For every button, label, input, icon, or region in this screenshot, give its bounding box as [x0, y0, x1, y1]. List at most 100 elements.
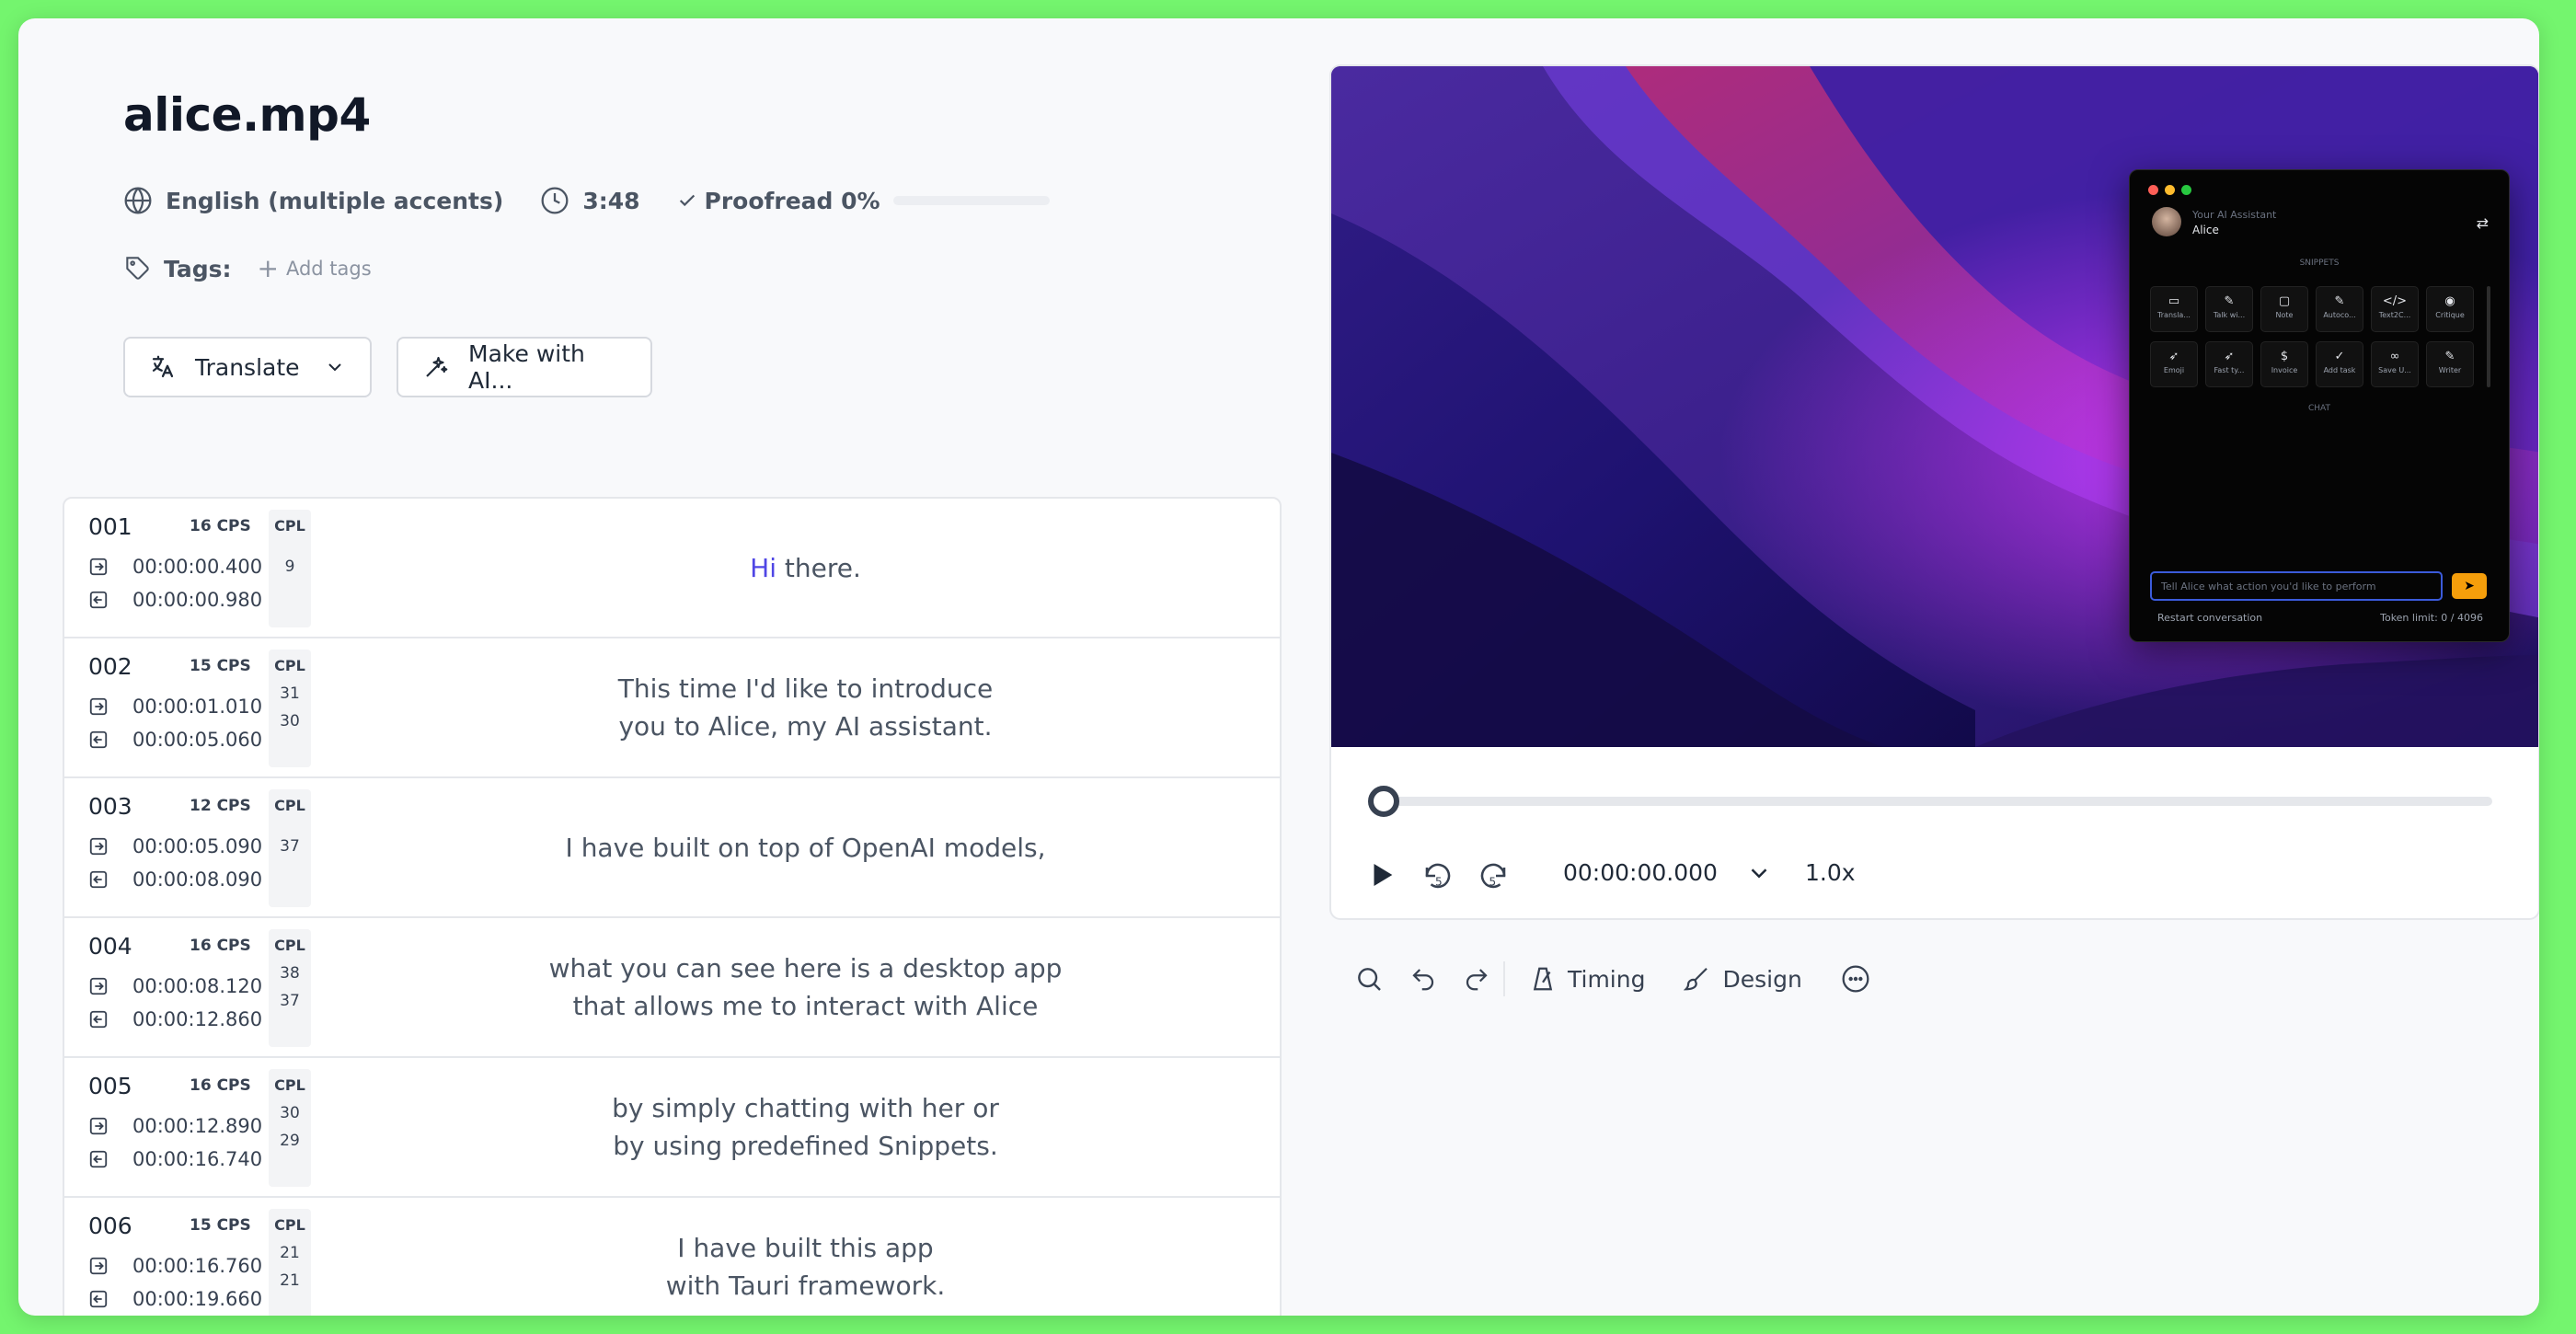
cpl-value: 38: [280, 964, 300, 983]
forward-5-button[interactable]: 5: [1477, 859, 1510, 892]
undo-button[interactable]: [1409, 965, 1437, 993]
start-time[interactable]: 00:00:16.760: [88, 1255, 262, 1277]
play-button[interactable]: [1366, 859, 1397, 891]
design-button[interactable]: Design: [1684, 965, 1802, 993]
search-icon: [1358, 968, 1381, 991]
end-time[interactable]: 00:00:16.740: [88, 1148, 262, 1170]
highlighted-word: Hi: [750, 552, 776, 583]
subtitle-number: 006: [88, 1213, 132, 1239]
subtitle-line: by using predefined Snippets.: [613, 1131, 998, 1161]
seek-bar[interactable]: [1368, 797, 2492, 806]
subtitle-text[interactable]: I have built on top of OpenAI models,: [331, 778, 1280, 916]
translate-button[interactable]: Translate: [123, 337, 372, 397]
assistant-app-window: Your AI Assistant Alice ⇄ SNIPPETS ▭ Tran…: [2129, 169, 2510, 642]
cpl-value: 21: [280, 1271, 300, 1290]
cpl-label: CPL: [274, 657, 305, 674]
more-options-button[interactable]: [1841, 964, 1870, 994]
cpl-value: 31: [280, 684, 300, 703]
snippet-label: Fast ty...: [2214, 366, 2245, 374]
snippet-label: Add task: [2323, 366, 2356, 374]
play-icon: [1374, 863, 1393, 887]
cpl-box: CPL 38 37: [269, 929, 311, 1047]
chevron-down-icon: [328, 363, 341, 372]
subtitle-list: 001 16 CPS CPL 9 00:00:00.400 00:00:00.9…: [63, 497, 1282, 1316]
subtitle-number: 001: [88, 513, 132, 540]
forward-5-icon: 5: [1480, 863, 1506, 889]
rewind-5-icon: 5: [1425, 863, 1451, 889]
start-time[interactable]: 00:00:05.090: [88, 835, 262, 857]
subtitle-text[interactable]: This time I'd like to introduce you to Al…: [331, 638, 1280, 776]
proofread-label: Proofread 0%: [704, 187, 880, 214]
subtitle-line-text: there.: [776, 552, 861, 583]
cpl-box: CPL 9: [269, 510, 311, 627]
subtitle-text[interactable]: what you can see here is a desktop app th…: [331, 918, 1280, 1056]
timing-button[interactable]: Timing: [1529, 965, 1645, 993]
file-meta: English (multiple accents) 3:48 Proofrea…: [123, 182, 1050, 219]
end-time-value: 00:00:00.980: [132, 589, 263, 611]
end-time[interactable]: 00:00:19.660: [88, 1288, 262, 1310]
subtitle-text[interactable]: Hi there.: [331, 499, 1280, 637]
translate-icon: [152, 355, 174, 378]
snippet-label: Note: [2275, 311, 2294, 319]
start-time[interactable]: 00:00:00.400: [88, 556, 262, 578]
subtitle-number: 003: [88, 793, 132, 820]
cpl-label: CPL: [274, 517, 305, 535]
timecode-dropdown[interactable]: [1745, 859, 1773, 887]
start-time-value: 00:00:16.760: [132, 1255, 263, 1277]
subtitle-row[interactable]: 005 16 CPS CPL 30 29 00:00:12.890 00:00:1…: [64, 1058, 1280, 1198]
add-tags-button[interactable]: + Add tags: [257, 256, 371, 282]
in-point-icon: [89, 1257, 108, 1275]
playback-speed[interactable]: 1.0x: [1805, 859, 1856, 886]
cpl-label: CPL: [274, 1076, 305, 1094]
snippet-tile: ✓ Add task: [2316, 341, 2363, 387]
editor-toolbar: Timing Design: [1354, 957, 1870, 1001]
snippet-icon: ➶: [2224, 350, 2235, 363]
video-frame[interactable]: Your AI Assistant Alice ⇄ SNIPPETS ▭ Tran…: [1331, 66, 2538, 747]
end-time[interactable]: 00:00:12.860: [88, 1008, 262, 1030]
scrollbar: [2487, 286, 2490, 387]
out-point-icon: [89, 870, 108, 889]
subtitle-row[interactable]: 002 15 CPS CPL 31 30 00:00:01.010 00:00:0…: [64, 638, 1280, 778]
toolbar-divider: [1503, 961, 1505, 996]
app-window: alice.mp4 English (multiple accents) 3:4…: [18, 18, 2539, 1316]
subtitle-row[interactable]: 001 16 CPS CPL 9 00:00:00.400 00:00:00.9…: [64, 499, 1280, 638]
sparkles-icon: [426, 356, 448, 377]
chat-heading: CHAT: [2307, 404, 2330, 413]
cps-badge: 16 CPS: [190, 1076, 251, 1095]
switch-icon: ⇄: [2476, 214, 2489, 232]
subtitle-text[interactable]: by simply chatting with her or by using p…: [331, 1058, 1280, 1196]
svg-text:5: 5: [1435, 876, 1443, 889]
search-button[interactable]: [1354, 964, 1384, 994]
subtitle-row[interactable]: 004 16 CPS CPL 38 37 00:00:08.120 00:00:1…: [64, 918, 1280, 1058]
subtitle-row[interactable]: 006 15 CPS CPL 21 21 00:00:16.760 00:00:1…: [64, 1198, 1280, 1316]
more-icon: [1842, 965, 1869, 993]
end-time-value: 00:00:08.090: [132, 868, 263, 891]
cpl-label: CPL: [274, 1216, 305, 1234]
subtitle-text[interactable]: I have built this app with Tauri framewor…: [331, 1198, 1280, 1316]
start-time[interactable]: 00:00:08.120: [88, 975, 262, 997]
start-time-value: 00:00:01.010: [132, 696, 263, 718]
end-time[interactable]: 00:00:00.980: [88, 589, 262, 611]
snippet-tile: ▢ Note: [2260, 286, 2308, 332]
end-time[interactable]: 00:00:08.090: [88, 868, 262, 891]
redo-button[interactable]: [1463, 965, 1490, 993]
subtitle-row[interactable]: 003 12 CPS CPL 37 00:00:05.090 00:00:08.…: [64, 778, 1280, 918]
snippet-grid: ▭ Transla... ✎ Talk wi... ▢ Note ✎ Autoco... </>…: [2150, 286, 2481, 387]
language-info: English (multiple accents): [123, 186, 503, 215]
snippet-label: Text2C...: [2378, 311, 2411, 319]
subtitle-number: 005: [88, 1073, 132, 1099]
globe-icon: [124, 187, 152, 214]
cpl-value: 30: [280, 712, 300, 730]
snippet-icon: ∞: [2389, 350, 2400, 363]
end-time[interactable]: 00:00:05.060: [88, 729, 262, 751]
cpl-label: CPL: [274, 937, 305, 954]
seek-handle[interactable]: [1368, 786, 1399, 817]
maximize-dot: [2181, 185, 2191, 195]
rewind-5-button[interactable]: 5: [1421, 859, 1455, 892]
undo-icon: [1412, 969, 1434, 991]
make-with-ai-button[interactable]: Make with AI...: [397, 337, 652, 397]
plus-icon: +: [257, 253, 279, 283]
snippet-label: Talk wi...: [2213, 311, 2246, 319]
start-time[interactable]: 00:00:12.890: [88, 1115, 262, 1137]
start-time[interactable]: 00:00:01.010: [88, 696, 262, 718]
